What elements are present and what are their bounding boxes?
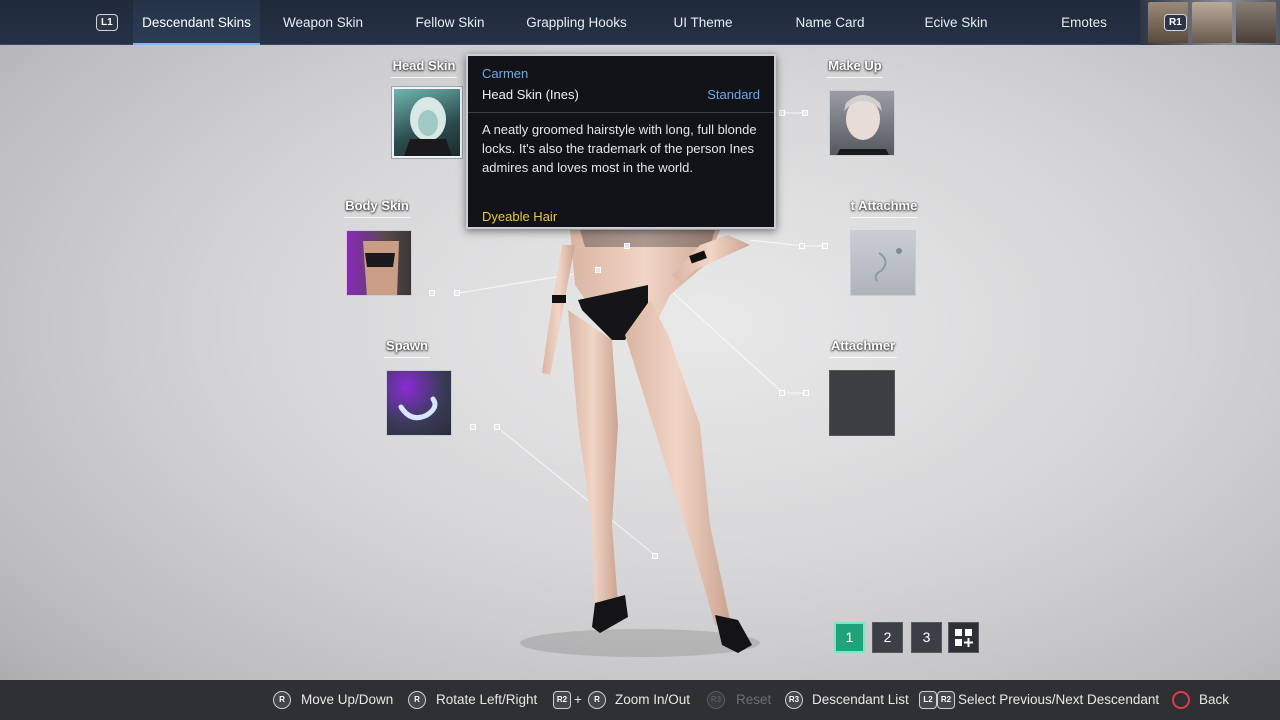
switch-descendant-hint[interactable]: Select Previous/Next Descendant — [958, 680, 1159, 720]
back-attachment-label: Attachmer — [829, 338, 897, 358]
grid-plus-icon — [955, 629, 973, 647]
back-attachment-slot[interactable] — [829, 370, 895, 436]
make-up-slot[interactable] — [829, 90, 895, 156]
add-preset-button[interactable] — [948, 622, 979, 653]
front-attachment-label: t Attachme — [850, 198, 918, 218]
preset-page-1[interactable]: 1 — [834, 622, 865, 653]
item-tooltip: Carmen Head Skin (Ines) Standard A neatl… — [466, 54, 776, 229]
spawn-slot[interactable] — [386, 370, 452, 436]
attachment-thumbnail-icon — [874, 248, 902, 282]
hair-thumbnail-icon — [404, 97, 452, 156]
connector-node — [624, 243, 630, 249]
reset-hint[interactable]: Reset — [736, 680, 771, 720]
connector-node — [822, 243, 828, 249]
circle-button-icon — [1172, 691, 1190, 709]
preset-page-3[interactable]: 3 — [911, 622, 942, 653]
make-up-label: Make Up — [827, 58, 883, 78]
move-hint[interactable]: Move Up/Down — [301, 680, 393, 720]
tooltip-divider — [468, 112, 774, 113]
connector-node — [454, 290, 460, 296]
r3-button-icon: R3 — [707, 691, 725, 709]
connector-node — [494, 424, 500, 430]
r3-button-icon: R3 — [785, 691, 803, 709]
descendant-character-model — [520, 230, 760, 657]
preset-page-2[interactable]: 2 — [872, 622, 903, 653]
connector-node — [803, 390, 809, 396]
spawn-effect-icon — [398, 396, 438, 421]
connector-node — [652, 553, 658, 559]
item-name: Carmen — [482, 66, 529, 81]
front-attachment-slot[interactable] — [850, 230, 916, 296]
item-description: A neatly groomed hairstyle with long, fu… — [482, 122, 757, 175]
connector-node — [779, 110, 785, 116]
r2-button-icon: R2 — [937, 691, 955, 709]
connector-node — [799, 243, 805, 249]
connector-node — [429, 290, 435, 296]
r2-button-icon: R2 — [553, 691, 571, 709]
body-skin-label: Body Skin — [344, 198, 410, 218]
item-grade: Standard — [707, 87, 760, 102]
descendant-list-hint[interactable]: Descendant List — [812, 680, 909, 720]
right-stick-icon: R — [408, 691, 426, 709]
body-skin-slot[interactable] — [346, 230, 412, 296]
plus-sign: + — [574, 692, 582, 707]
connector-node — [595, 267, 601, 273]
body-thumbnail-icon — [363, 241, 399, 295]
back-hint[interactable]: Back — [1199, 680, 1229, 720]
connector-node — [802, 110, 808, 116]
right-stick-icon: R — [273, 691, 291, 709]
head-skin-label: Head Skin — [391, 58, 457, 78]
face-thumbnail-icon — [837, 95, 889, 155]
item-feature: Dyeable Hair — [482, 209, 558, 224]
spawn-label: Spawn — [384, 338, 430, 358]
rotate-hint[interactable]: Rotate Left/Right — [436, 680, 537, 720]
right-stick-icon: R — [588, 691, 606, 709]
head-skin-slot[interactable] — [392, 87, 462, 158]
controls-hint-bar: R Move Up/Down R Rotate Left/Right R2 + … — [0, 680, 1280, 720]
connector-node — [779, 390, 785, 396]
l2-button-icon: L2 — [919, 691, 937, 709]
zoom-hint[interactable]: Zoom In/Out — [615, 680, 690, 720]
item-type: Head Skin (Ines) — [482, 87, 579, 102]
connector-node — [470, 424, 476, 430]
